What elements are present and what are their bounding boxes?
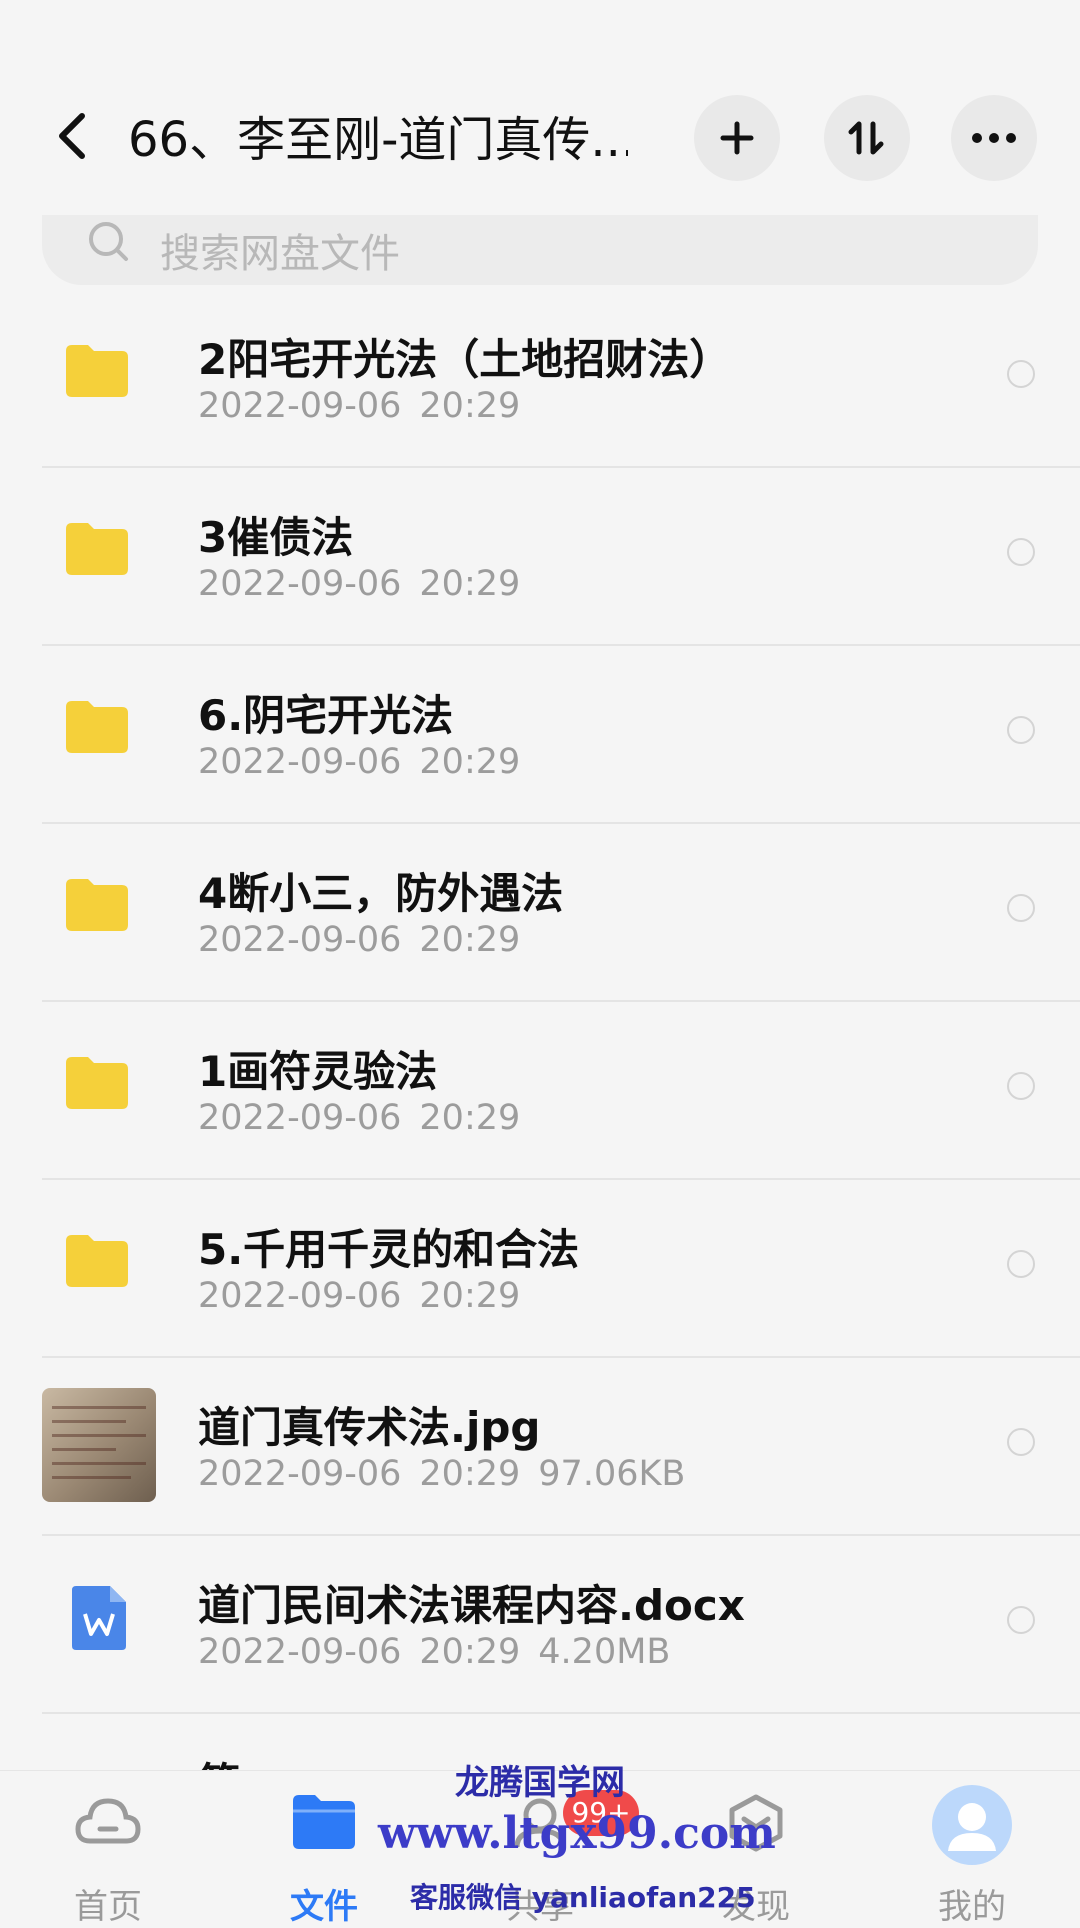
file-time: 20:29 [419,386,521,426]
search-icon [89,222,128,261]
file-time: 20:29 [419,1098,521,1138]
file-date: 2022-09-06 [198,920,402,960]
folder-icon [66,1235,128,1287]
file-time: 20:29 [419,1632,521,1672]
divider [42,1712,1080,1714]
back-button[interactable] [48,108,98,164]
partial-file-name: 第一 [198,1750,282,1772]
file-date: 2022-09-06 [198,1276,402,1316]
folder-icon [66,701,128,753]
avatar-icon [932,1785,1012,1865]
file-date: 2022-09-06 [198,386,402,426]
folder-icon [66,879,128,931]
file-row[interactable]: 道门民间术法课程内容.docx 2022-09-06 20:29 4.20MB [0,1536,1080,1714]
file-row[interactable]: 1画符灵验法 2022-09-06 20:29 [0,1002,1080,1180]
file-row[interactable]: 3催债法 2022-09-06 20:29 [0,468,1080,646]
add-button[interactable] [694,95,780,181]
file-row[interactable]: 4断小三，防外遇法 2022-09-06 20:29 [0,824,1080,1002]
top-bar: 66、李至刚-道门真传... [0,0,1080,215]
file-size: 97.06KB [538,1454,686,1494]
file-name: 道门民间术法课程内容.docx [198,1581,745,1630]
search-bar[interactable]: 搜索网盘文件 [42,215,1038,285]
sort-button[interactable] [824,95,910,181]
folder-icon [66,1057,128,1109]
file-name: 道门真传术法.jpg [198,1403,541,1452]
sort-icon [848,121,884,155]
file-name: 2阳宅开光法（土地招财法） [198,335,732,384]
file-row[interactable]: 5.千用千灵的和合法 2022-09-06 20:29 [0,1180,1080,1358]
file-meta: 2022-09-06 20:29 [198,386,520,426]
chevron-left-icon [59,113,85,159]
file-time: 20:29 [419,564,521,604]
tab-label: 我的 [938,1887,1006,1927]
file-time: 20:29 [419,1454,521,1494]
file-date: 2022-09-06 [198,742,402,782]
cloud-icon [75,1798,141,1844]
folder-icon [293,1795,355,1849]
select-radio[interactable] [1007,1250,1035,1278]
file-meta: 2022-09-06 20:29 [198,1098,520,1138]
folder-icon [66,523,128,575]
select-radio[interactable] [1007,1428,1035,1456]
file-time: 20:29 [419,1276,521,1316]
select-radio[interactable] [1007,894,1035,922]
file-date: 2022-09-06 [198,1098,402,1138]
tab-label: 首页 [74,1887,142,1927]
file-row[interactable]: 2阳宅开光法（土地招财法） 2022-09-06 20:29 [0,290,1080,468]
folder-icon [66,345,128,397]
word-doc-icon [72,1586,126,1650]
watermark-title: 龙腾国学网 [455,1763,625,1803]
watermark-url: www.ltgx99.com [378,1808,776,1859]
file-name: 3催债法 [198,513,354,562]
more-button[interactable] [951,95,1037,181]
file-row[interactable]: 道门真传术法.jpg 2022-09-06 20:29 97.06KB [0,1358,1080,1536]
select-radio[interactable] [1007,1606,1035,1634]
page-title: 66、李至刚-道门真传... [128,112,628,168]
file-name: 4断小三，防外遇法 [198,869,564,918]
file-row[interactable]: 6.阴宅开光法 2022-09-06 20:29 [0,646,1080,824]
file-meta: 2022-09-06 20:29 [198,920,520,960]
file-name: 6.阴宅开光法 [198,691,454,740]
plus-icon [720,121,754,155]
select-radio[interactable] [1007,1072,1035,1100]
file-date: 2022-09-06 [198,1632,402,1672]
file-meta: 2022-09-06 20:29 [198,742,520,782]
tab-home[interactable]: 首页 [18,1771,198,1927]
select-radio[interactable] [1007,360,1035,388]
more-dots-icon [972,133,1016,143]
file-meta: 2022-09-06 20:29 4.20MB [198,1632,670,1672]
search-placeholder: 搜索网盘文件 [160,231,400,277]
file-time: 20:29 [419,742,521,782]
file-time: 20:29 [419,920,521,960]
tab-label: 文件 [290,1887,358,1927]
file-date: 2022-09-06 [198,1454,402,1494]
file-meta: 2022-09-06 20:29 97.06KB [198,1454,685,1494]
file-date: 2022-09-06 [198,564,402,604]
file-size: 4.20MB [538,1632,671,1672]
file-meta: 2022-09-06 20:29 [198,1276,520,1316]
select-radio[interactable] [1007,716,1035,744]
select-radio[interactable] [1007,538,1035,566]
image-thumbnail [42,1388,156,1502]
file-meta: 2022-09-06 20:29 [198,564,520,604]
watermark-contact: 客服微信 yanliaofan225 [410,1881,756,1914]
tab-me[interactable]: 我的 [882,1771,1062,1927]
file-list: 2阳宅开光法（土地招财法） 2022-09-06 20:29 3催债法 2022-… [0,290,1080,1714]
file-name: 1画符灵验法 [198,1047,438,1096]
file-name: 5.千用千灵的和合法 [198,1225,580,1274]
